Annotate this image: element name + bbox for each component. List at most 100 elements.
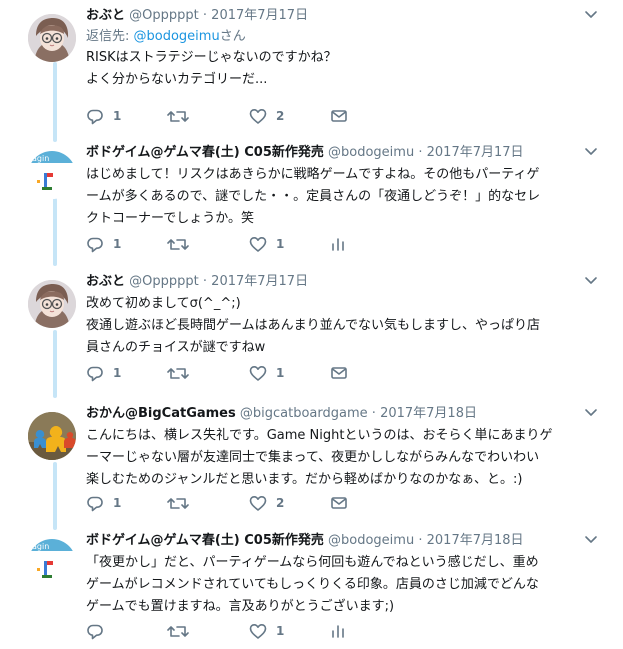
author-handle[interactable]: @Opppppt bbox=[129, 274, 199, 289]
tweet-header: おぶと @Opppppt · 2017年7月17日 bbox=[86, 272, 597, 292]
chevron-down-icon[interactable] bbox=[583, 406, 599, 420]
heart-icon bbox=[249, 236, 267, 252]
tweet-text-line: 夜通し遊ぶほど長時間ゲームはあんまり並んでない気もしますし、やっぱり店 bbox=[86, 318, 540, 333]
tweet-text-line: こんにちは、横レス失礼です。Game Nightというのは、おそらく単にあまりゲ bbox=[86, 428, 553, 443]
reply-prefix: 返信先: bbox=[86, 29, 134, 44]
chevron-down-icon[interactable] bbox=[583, 274, 599, 288]
direct-message-button[interactable] bbox=[330, 107, 348, 125]
meeple-avatar[interactable] bbox=[28, 412, 76, 460]
author-name[interactable]: ボドゲイム@ゲムマ春(土) C05新作発売 bbox=[86, 145, 324, 160]
tweet-header: ボドゲイム@ゲムマ春(土) C05新作発売 @bodogeimu · 2017年… bbox=[86, 143, 597, 163]
tweet-text-line: はじめまして！リスクはあきらかに戦略ゲームですよね。その他もパーティゲ bbox=[86, 167, 540, 182]
author-handle[interactable]: @Opppppt bbox=[129, 8, 199, 23]
tweet-date[interactable]: 2017年7月18日 bbox=[427, 533, 524, 548]
face-avatar[interactable] bbox=[28, 14, 76, 62]
like-count: 1 bbox=[276, 237, 285, 251]
reply-button[interactable]: 1 bbox=[86, 107, 121, 125]
logo-avatar[interactable]: agin bbox=[28, 151, 76, 199]
like-button[interactable]: 2 bbox=[249, 107, 284, 125]
author-name[interactable]: おぶと bbox=[86, 8, 125, 23]
like-count: 1 bbox=[276, 366, 285, 380]
separator-dot: · bbox=[202, 8, 208, 23]
reply-icon bbox=[87, 237, 103, 252]
retweet-button[interactable] bbox=[167, 364, 198, 382]
reply-icon bbox=[87, 366, 103, 381]
tweet-text-line: ゲームでも置けますね。言及ありがとうございます;) bbox=[86, 599, 395, 614]
direct-message-button[interactable] bbox=[330, 364, 348, 382]
tweet[interactable]: おぶと @Opppppt · 2017年7月17日 改めて初めましてσ(^_^;… bbox=[0, 272, 623, 387]
tweet-date[interactable]: 2017年7月17日 bbox=[427, 145, 524, 160]
svg-text:agin: agin bbox=[32, 542, 49, 551]
tweet-text-line: ーマーじゃない層が友達同士で集まって、夜更かししながらみんなでわいわい bbox=[86, 450, 540, 465]
tweet-text-line: よく分からないカテゴリーだ... bbox=[86, 72, 268, 87]
reply-button[interactable]: 1 bbox=[86, 494, 121, 512]
reply-mention-link[interactable]: @bodogeimu bbox=[134, 29, 220, 44]
tweet[interactable]: おかん@BigCatGames @bigcatboardgame · 2017年… bbox=[0, 404, 623, 519]
tweet-text: はじめまして！リスクはあきらかに戦略ゲームですよね。その他もパーティゲ ームが多… bbox=[86, 164, 597, 230]
like-button[interactable]: 1 bbox=[249, 235, 284, 253]
separator-dot: · bbox=[418, 533, 423, 548]
like-button[interactable]: 2 bbox=[249, 494, 284, 512]
tweet-text-line: クトコーナーでしょうか。笑 bbox=[86, 211, 254, 226]
envelope-icon bbox=[331, 497, 347, 509]
like-button[interactable]: 1 bbox=[249, 622, 284, 640]
author-name[interactable]: おかん@BigCatGames bbox=[86, 406, 236, 421]
tweet-header: おぶと @Opppppt · 2017年7月17日 bbox=[86, 6, 597, 26]
chevron-down-icon[interactable] bbox=[583, 145, 599, 159]
retweet-button[interactable] bbox=[167, 622, 198, 640]
author-handle[interactable]: @bodogeimu bbox=[328, 533, 414, 548]
author-name[interactable]: ボドゲイム@ゲムマ春(土) C05新作発売 bbox=[86, 533, 324, 548]
analytics-button[interactable] bbox=[330, 622, 346, 640]
tweet-date[interactable]: 2017年7月17日 bbox=[211, 274, 308, 289]
reply-button[interactable]: 1 bbox=[86, 364, 121, 382]
tweet-text: RISKはストラテジーじゃないのですかね？ よく分からないカテゴリーだ... bbox=[86, 47, 597, 91]
retweet-button[interactable] bbox=[167, 235, 198, 253]
author-name[interactable]: おぶと bbox=[86, 274, 125, 289]
like-button[interactable]: 1 bbox=[249, 364, 284, 382]
reply-count: 1 bbox=[113, 237, 122, 251]
tweet-date[interactable]: 2017年7月18日 bbox=[380, 406, 477, 421]
tweet-text-line: 員さんのチョイスが謎ですねw bbox=[86, 340, 266, 355]
tweet-actions: 1 1 bbox=[86, 364, 386, 382]
reply-icon bbox=[87, 624, 103, 639]
author-handle[interactable]: @bigcatboardgame bbox=[240, 406, 368, 421]
tweet-text-line: 「夜更かし」だと、パーティゲームなら何回も遊んでねという感じだし、重め bbox=[86, 555, 539, 570]
tweet-text: 改めて初めましてσ(^_^;) 夜通し遊ぶほど長時間ゲームはあんまり並んでない気… bbox=[86, 293, 597, 359]
retweet-button[interactable] bbox=[167, 494, 198, 512]
tweet-text: 「夜更かし」だと、パーティゲームなら何回も遊んでねという感じだし、重め ゲームが… bbox=[86, 552, 597, 618]
like-count: 1 bbox=[276, 624, 285, 638]
chevron-down-icon[interactable] bbox=[583, 533, 599, 547]
envelope-icon bbox=[331, 367, 347, 379]
retweet-icon bbox=[167, 238, 189, 250]
tweet[interactable]: おぶと @Opppppt · 2017年7月17日 返信先: @bodogeim… bbox=[0, 6, 623, 132]
tweet-actions: 1 2 bbox=[86, 494, 386, 512]
conversation-thread: おぶと @Opppppt · 2017年7月17日 返信先: @bodogeim… bbox=[0, 0, 623, 649]
tweet[interactable]: agin ボドゲイム@ゲムマ春(土) C05新作発売 @bodogeimu · … bbox=[0, 531, 623, 646]
retweet-icon bbox=[167, 625, 189, 637]
direct-message-button[interactable] bbox=[330, 494, 348, 512]
analytics-icon bbox=[332, 238, 344, 251]
tweet-header: ボドゲイム@ゲムマ春(土) C05新作発売 @bodogeimu · 2017年… bbox=[86, 531, 597, 551]
logo-avatar[interactable]: agin bbox=[28, 539, 76, 587]
face-avatar[interactable] bbox=[28, 280, 76, 328]
reply-suffix: さん bbox=[219, 29, 246, 44]
tweet-text-line: ゲームがレコメンドされていてもしっくりくる印象。店員のさじ加減でどんな bbox=[86, 577, 539, 592]
tweet-date[interactable]: 2017年7月17日 bbox=[211, 8, 308, 23]
tweet[interactable]: agin ボドゲイム@ゲムマ春(土) C05新作発売 @bodogeimu · … bbox=[0, 143, 623, 258]
tweet-actions: 1 1 bbox=[86, 235, 386, 253]
tweet-text: こんにちは、横レス失礼です。Game Nightというのは、おそらく単にあまりゲ… bbox=[86, 425, 597, 491]
retweet-button[interactable] bbox=[167, 107, 198, 125]
reply-button[interactable] bbox=[86, 622, 113, 640]
chevron-down-icon[interactable] bbox=[583, 8, 599, 22]
tweet-text-line: RISKはストラテジーじゃないのですかね？ bbox=[86, 50, 337, 65]
retweet-icon bbox=[167, 367, 189, 379]
like-count: 2 bbox=[276, 109, 285, 123]
reply-button[interactable]: 1 bbox=[86, 235, 121, 253]
like-count: 2 bbox=[276, 496, 285, 510]
tweet-text-line: 改めて初めましてσ(^_^;) bbox=[86, 296, 241, 311]
heart-icon bbox=[249, 108, 267, 124]
heart-icon bbox=[249, 623, 267, 639]
analytics-button[interactable] bbox=[330, 235, 346, 253]
retweet-icon bbox=[167, 497, 189, 509]
author-handle[interactable]: @bodogeimu bbox=[328, 145, 414, 160]
